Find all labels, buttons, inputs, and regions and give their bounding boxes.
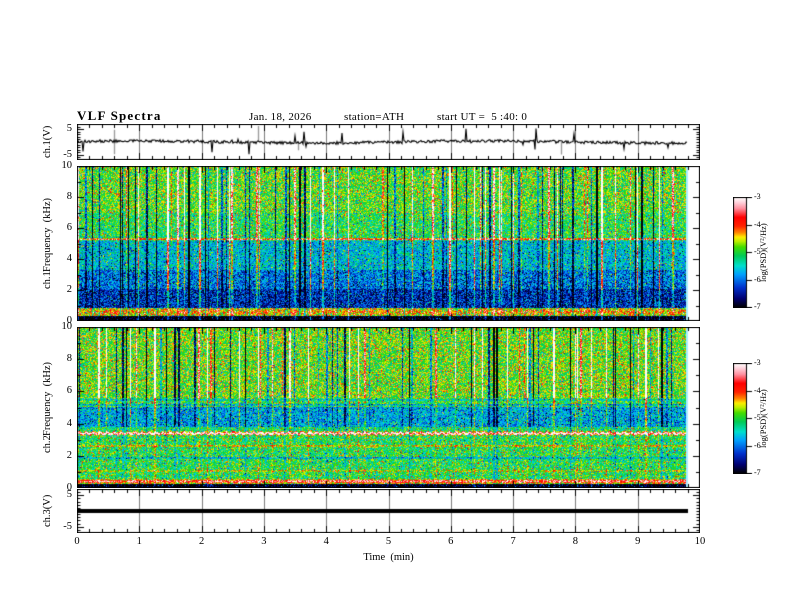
date-label: Jan. 18, 2026 [249, 111, 312, 123]
x-tick-label: 1 [136, 536, 142, 547]
x-tick-label: 9 [635, 536, 641, 547]
time-axis-label: Time (min) [363, 552, 414, 563]
colorbar2-tick-label: -4 [754, 385, 761, 395]
ch1-wave-y-tick-label: -5 [63, 148, 72, 160]
ch1-wave-y-tick-label: 5 [66, 123, 72, 135]
colorbar-ch2 [733, 363, 753, 474]
x-tick-label: 2 [198, 536, 205, 547]
ch2-spectrogram-panel [77, 327, 700, 488]
station-label: station=ATH [344, 111, 405, 123]
ch2-spec-y-tick-label: 4 [66, 417, 72, 429]
ch1-spectrogram-panel [77, 166, 700, 321]
ch1-spec-y-tick-label: 2 [66, 284, 72, 295]
ch2-spec-y-tick-label: 8 [66, 353, 72, 365]
colorbar1-tick-label: -4 [754, 219, 761, 229]
x-tick-label: 5 [385, 536, 392, 547]
colorbar1-tick-label: -3 [754, 192, 761, 201]
ch1-spec-y-tick-label: 4 [66, 253, 72, 264]
vlf-spectra-figure: VLF Spectra Jan. 18, 2026 station=ATH st… [0, 0, 792, 612]
colorbar2-tick-label: -7 [754, 468, 761, 477]
colorbar1-tick-label: -6 [754, 274, 761, 284]
x-tick-label: 10 [694, 536, 706, 547]
ch2-spec-y-tick-label: 2 [66, 449, 72, 461]
colorbar2-tick-label: -6 [754, 440, 761, 450]
ch3-wave-y-tick-label: 5 [66, 489, 72, 501]
x-tick-label: 6 [448, 536, 454, 547]
ch3-wave-y-tick-label: -5 [63, 520, 72, 532]
figure-title: VLF Spectra [77, 108, 162, 123]
ch2-frequency-axis-label: ch.2 Frequency (kHz) [34, 327, 62, 488]
colorbar2-tick-label: -3 [754, 358, 761, 367]
x-tick-label: 3 [261, 536, 267, 547]
start-ut-label: start UT = 5 :40: 0 [437, 111, 528, 123]
ch1-spec-y-tick-label: 6 [66, 222, 72, 233]
ch2-spec-y-tick-label: 10 [61, 321, 73, 332]
x-tick-label: 0 [74, 536, 80, 547]
ch1-waveform-panel [77, 124, 700, 160]
colorbar1-tick-label: -7 [754, 302, 761, 311]
ch2-spec-y-tick-label: 6 [66, 385, 72, 397]
x-tick-label: 4 [323, 536, 329, 547]
colorbar1-tick-label: -5 [754, 247, 761, 256]
x-tick-label: 8 [572, 536, 579, 547]
x-tick-label: 7 [510, 536, 516, 547]
ch1-spec-y-tick-label: 8 [66, 191, 72, 202]
colorbar2-tick-label: -5 [754, 413, 761, 422]
ch3-waveform-panel [77, 489, 700, 533]
ch1-spec-y-tick-label: 10 [61, 160, 73, 171]
ch1-frequency-axis-label: ch.1 Frequency (kHz) [34, 166, 62, 321]
colorbar-ch1 [733, 197, 753, 308]
